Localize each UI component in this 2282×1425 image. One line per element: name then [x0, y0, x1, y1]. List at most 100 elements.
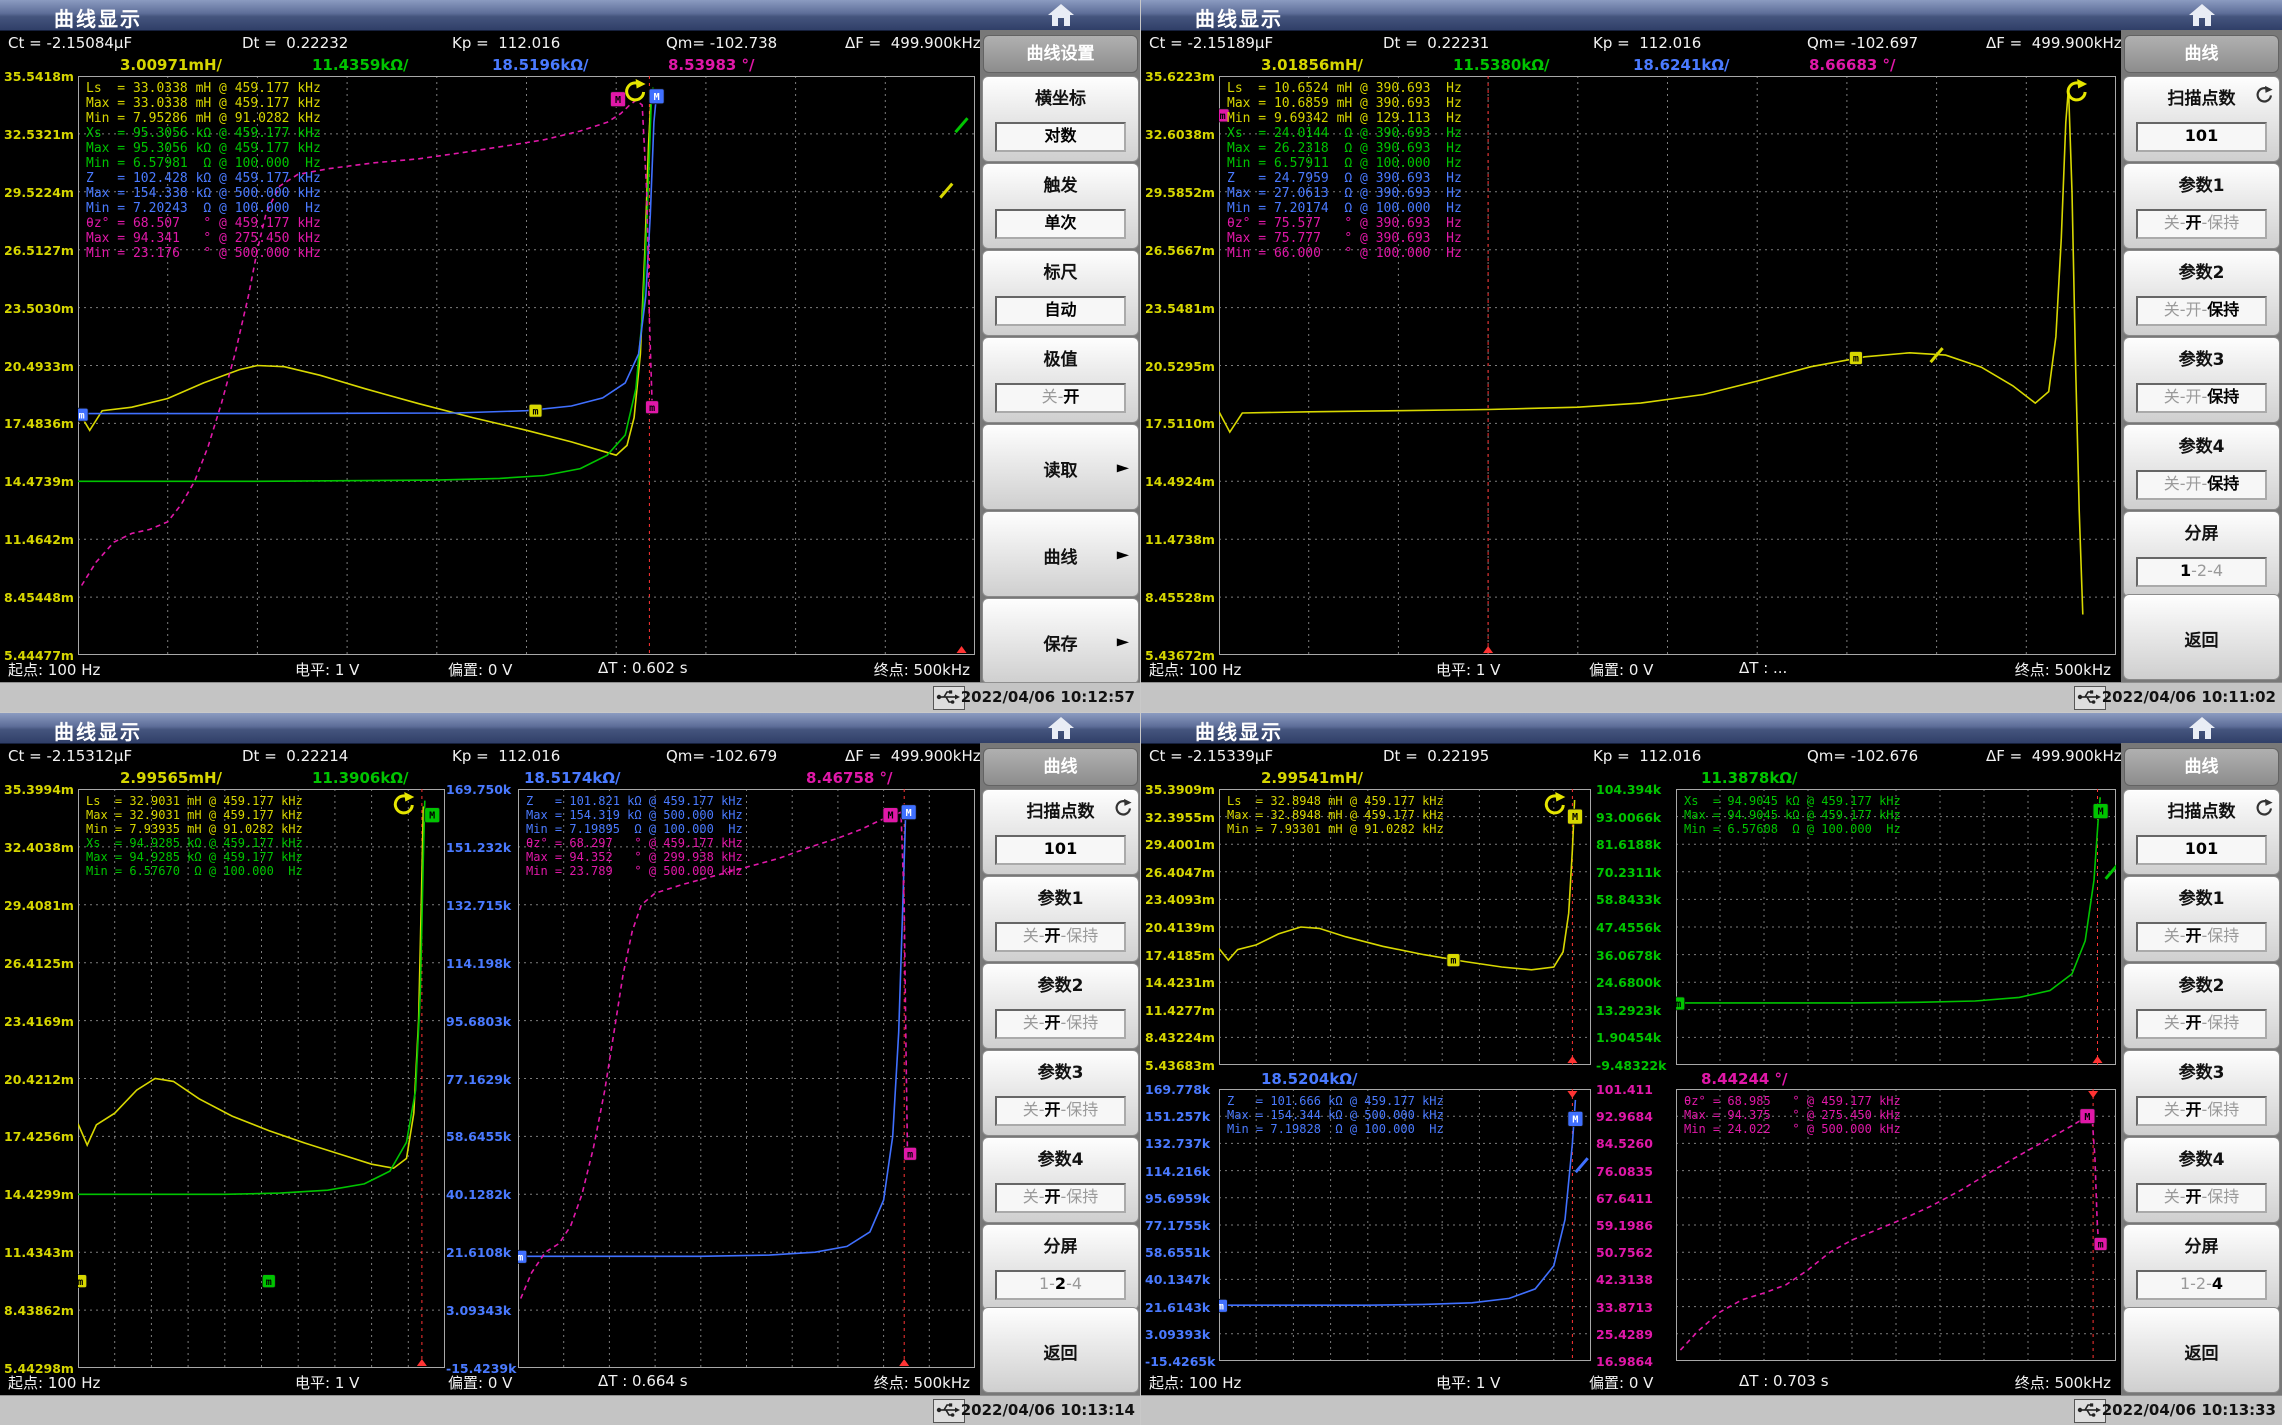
menu-item-back[interactable]: 返回	[2123, 1307, 2280, 1393]
menu-item-label: 保存	[983, 630, 1138, 655]
menu-item-3[interactable]: 极值关-开	[982, 337, 1139, 423]
menu-item-label: 参数3	[2124, 1058, 2279, 1083]
menu-item-3[interactable]: 参数3关-开-保持	[2123, 337, 2280, 423]
menu-item-1[interactable]: 参数1关-开-保持	[2123, 876, 2280, 962]
menu-item-2[interactable]: 参数2关-开-保持	[2123, 250, 2280, 336]
sweep-position-triangle	[2088, 1091, 2098, 1098]
menu-item-4[interactable]: 读取►	[982, 424, 1139, 510]
marker-letter: M	[906, 808, 912, 819]
menu-item-back[interactable]: 返回	[982, 1307, 1139, 1393]
menu-item-0[interactable]: 扫描点数101	[982, 789, 1139, 875]
marker-slash-b[interactable]	[1576, 1158, 1588, 1172]
y-axis-label: 70.2311k	[1596, 865, 1661, 880]
menu-item-0[interactable]: 横坐标对数	[982, 76, 1139, 162]
sweep-status-bar: 起点: 100 Hz 电平: 1 V 偏置: 0 V ΔT : ... 终点: …	[1141, 655, 2119, 682]
trace-m	[521, 812, 908, 1298]
menu-item-1[interactable]: 参数1 关-开-保持	[982, 876, 1139, 962]
refresh-arrow-icon	[2253, 798, 2273, 818]
menu-item-2[interactable]: 标尺自动	[982, 250, 1139, 336]
sweep-stop: 终点: 500kHz	[874, 1372, 970, 1393]
sweep-bias: 偏置: 0 V	[1589, 1372, 1653, 1393]
annotation-line: Z = 24.7959 Ω @ 390.693 Hz	[1227, 171, 1462, 186]
value-segment: 关	[2164, 474, 2180, 493]
submenu-arrow-icon: ►	[1117, 545, 1129, 564]
submenu-arrow-icon: ►	[1117, 632, 1129, 651]
menu-item-4[interactable]: 参数4关-开-保持	[2123, 424, 2280, 510]
menu-item-5[interactable]: 分屏1-2-4	[2123, 1224, 2280, 1310]
y-axis-label: 21.6143k	[1145, 1300, 1210, 1315]
marker-slash-g[interactable]	[956, 118, 968, 132]
sweep-stop: 终点: 500kHz	[2015, 659, 2111, 680]
y-axis-label: 132.715k	[446, 898, 511, 913]
menu-item-value: 对数	[995, 122, 1126, 152]
annotation-line: Max = 94.341 ° @ 275.450 kHz	[86, 231, 321, 246]
menu-item-label: 横坐标	[983, 84, 1138, 109]
menu-item-back[interactable]: 返回	[2123, 594, 2280, 680]
trace-scale-label: 8.66683 °/	[1809, 56, 1896, 74]
menu-item-0[interactable]: 扫描点数101	[2123, 789, 2280, 875]
menu-item-5[interactable]: 分屏1-2-4	[2123, 511, 2280, 597]
home-icon[interactable]	[1046, 2, 1076, 28]
annotation-line: Min = 7.95286 mH @ 91.0282 kHz	[86, 111, 321, 126]
curve-display-quadrant: 曲线显示 Ct = -2.15084μF Dt = 0.22232 Kp = 1…	[0, 0, 1141, 712]
y-axis-label: 50.7562	[1596, 1245, 1653, 1260]
menu-item-value: 关-开-保持	[2136, 296, 2267, 326]
y-axis-label: 17.4256m	[4, 1129, 74, 1144]
menu-item-0[interactable]: 扫描点数101	[2123, 76, 2280, 162]
menu-item-1[interactable]: 参数1关-开-保持	[2123, 163, 2280, 249]
y-axis-label: 21.6108k	[446, 1245, 511, 1260]
menu-item-value: 关-开-保持	[995, 922, 1126, 952]
menu-item-4[interactable]: 参数4关-开-保持	[982, 1137, 1139, 1223]
instrument-display: 曲线显示 Ct = -2.15084μF Dt = 0.22232 Kp = 1…	[0, 0, 2282, 1425]
menu-item-label: 返回	[2124, 1339, 2279, 1364]
menu-item-4[interactable]: 参数4关-开-保持	[2123, 1137, 2280, 1223]
y-axis-label: 132.737k	[1145, 1136, 1210, 1151]
y-axis-label: 81.6188k	[1596, 837, 1661, 852]
sweep-bias: 偏置: 0 V	[1589, 659, 1653, 680]
menu-item-6[interactable]: 保存►	[982, 598, 1139, 684]
annotation-line: Ls = 10.6524 mH @ 390.693 Hz	[1227, 81, 1462, 96]
menu-item-5[interactable]: 分屏1-2-4	[982, 1224, 1139, 1310]
menu-item-value: 关-开-保持	[2136, 1096, 2267, 1126]
chart-area: 3.00971mH/11.4359kΩ/18.5196kΩ/8.53983 °/…	[0, 0, 980, 682]
menu-item-5[interactable]: 曲线►	[982, 511, 1139, 597]
sweep-status-bar: 起点: 100 Hz 电平: 1 V 偏置: 0 V ΔT : 0.602 s …	[0, 655, 978, 682]
menu-item-1[interactable]: 触发单次	[982, 163, 1139, 249]
y-axis-label: 23.4093m	[1145, 892, 1215, 907]
marker-letter: M	[1572, 1115, 1578, 1126]
value-segment: 开	[2185, 1187, 2201, 1206]
value-segment: 开	[2185, 474, 2201, 493]
marker-slash-y[interactable]	[940, 184, 952, 198]
submenu-arrow-icon: ►	[1117, 458, 1129, 477]
y-axis-label: 20.4139m	[1145, 920, 1215, 935]
marker-letter: m	[1219, 1301, 1224, 1312]
y-axis-label: 35.6223m	[1145, 69, 1215, 84]
menu-item-2[interactable]: 参数2关-开-保持	[982, 963, 1139, 1049]
annotation-line: Max = 94.352 ° @ 299.938 kHz	[526, 850, 743, 864]
home-icon[interactable]	[2187, 2, 2217, 28]
y-axis-label: -15.4265k	[1145, 1354, 1215, 1369]
marker-annotation-block: Ls = 32.8948 mH @ 459.177 kHzMax = 32.89…	[1227, 794, 1444, 836]
menu-item-3[interactable]: 参数3关-开-保持	[982, 1050, 1139, 1136]
y-axis-label: 151.257k	[1145, 1109, 1210, 1124]
home-icon[interactable]	[2187, 715, 2217, 741]
menu-item-2[interactable]: 参数2关-开-保持	[2123, 963, 2280, 1049]
y-axis-label: 24.6800k	[1596, 975, 1661, 990]
menu-panel: 曲线 扫描点数101参数1关-开-保持参数2关-开-保持参数3关-开-保持参数4…	[980, 743, 1141, 1395]
marker-letter: m	[78, 1277, 83, 1288]
menu-item-label: 参数1	[983, 884, 1138, 909]
value-segment: 关	[2164, 213, 2180, 232]
y-axis-label: 8.43862m	[4, 1303, 74, 1318]
menu-item-3[interactable]: 参数3 关-开-保持	[2123, 1050, 2280, 1136]
annotation-line: Min = 6.57981 Ω @ 100.000 Hz	[86, 156, 321, 171]
home-icon[interactable]	[1046, 715, 1076, 741]
annotation-line: θz° = 68.297 ° @ 459.177 kHz	[526, 836, 743, 850]
value-segment: 保持	[2207, 387, 2239, 406]
annotation-line: Z = 101.821 kΩ @ 459.177 kHz	[526, 794, 743, 808]
marker-letter: m	[532, 406, 538, 417]
annotation-line: Min = 6.57911 Ω @ 100.000 Hz	[1227, 156, 1462, 171]
y-axis-label: 13.2923k	[1596, 1003, 1661, 1018]
y-axis-label: 8.45448m	[4, 590, 74, 605]
marker-letter: m	[1853, 354, 1859, 365]
annotation-line: Ls = 32.9031 mH @ 459.177 kHz	[86, 794, 303, 808]
